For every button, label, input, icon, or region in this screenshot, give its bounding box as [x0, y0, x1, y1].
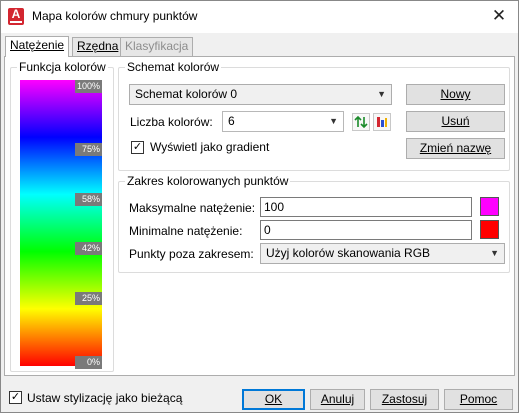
- chevron-down-icon: ▼: [329, 116, 338, 126]
- color-scheme-title: Schemat kolorów: [125, 60, 222, 74]
- chevron-down-icon: ▼: [377, 89, 386, 99]
- color-function-title: Funkcja kolorów: [17, 60, 108, 74]
- max-color-swatch[interactable]: [480, 197, 499, 216]
- swap-arrows-icon: [354, 115, 368, 129]
- close-icon[interactable]: ✕: [489, 5, 509, 27]
- apply-button[interactable]: Zastosuj: [370, 389, 439, 410]
- delete-scheme-label: Usuń: [441, 114, 470, 128]
- cancel-label: Anuluj: [320, 392, 355, 406]
- delete-scheme-button[interactable]: Usuń: [406, 111, 505, 132]
- autocad-app-icon: A: [8, 8, 24, 25]
- color-count-value: 6: [228, 114, 235, 128]
- color-scheme-group: Schemat kolorów Schemat kolorów 0 ▼ Licz…: [118, 60, 510, 171]
- reverse-colors-button[interactable]: [352, 113, 370, 131]
- min-intensity-input[interactable]: 0: [260, 220, 472, 240]
- gradient-checkbox[interactable]: ✓: [131, 141, 144, 154]
- outside-range-select[interactable]: Użyj kolorów skanowania RGB ▼: [260, 243, 505, 264]
- help-button[interactable]: Pomoc: [444, 389, 513, 410]
- set-current-checkbox[interactable]: ✓: [9, 391, 22, 404]
- outside-range-label: Punkty poza zakresem:: [129, 247, 254, 261]
- color-range-title: Zakres kolorowanych punktów: [125, 174, 291, 188]
- ok-label: OK: [264, 392, 283, 406]
- outside-range-value: Użyj kolorów skanowania RGB: [266, 246, 431, 260]
- tab-label: Klasyfikacja: [125, 39, 189, 53]
- gradient-checkbox-label: Wyświetl jako gradient: [150, 140, 270, 154]
- level-label-100: 100%: [75, 80, 102, 93]
- level-label-75: 75%: [75, 143, 102, 156]
- tab-klasyfikacja: Klasyfikacja: [120, 37, 194, 56]
- level-label-58: 58%: [75, 193, 102, 206]
- tab-label: Rzędna: [77, 39, 119, 53]
- set-current-label: Ustaw stylizację jako bieżącą: [27, 391, 183, 405]
- apply-label: Zastosuj: [381, 392, 428, 406]
- level-label-0: 0%: [75, 356, 102, 369]
- rename-scheme-label: Zmień nazwę: [419, 141, 492, 155]
- color-order-icon: [377, 117, 387, 127]
- max-intensity-input[interactable]: 100: [260, 197, 472, 217]
- help-label: Pomoc: [459, 392, 498, 406]
- max-intensity-label: Maksymalne natężenie:: [129, 201, 256, 215]
- color-range-group: Zakres kolorowanych punktów Maksymalne n…: [118, 174, 510, 273]
- scheme-select-value: Schemat kolorów 0: [135, 87, 238, 101]
- color-count-label: Liczba kolorów:: [130, 115, 213, 129]
- min-intensity-label: Minimalne natężenie:: [129, 224, 243, 238]
- scheme-select[interactable]: Schemat kolorów 0 ▼: [129, 84, 392, 105]
- new-scheme-label: Nowy: [440, 87, 471, 101]
- color-count-select[interactable]: 6 ▼: [222, 111, 344, 132]
- new-scheme-button[interactable]: Nowy: [406, 84, 505, 105]
- color-function-group: Funkcja kolorów 100% 75% 58% 42% 25% 0%: [10, 60, 114, 372]
- tab-natezenie[interactable]: Natężenie: [5, 36, 70, 57]
- tab-panel-natezenie: Funkcja kolorów 100% 75% 58% 42% 25% 0% …: [4, 56, 515, 376]
- window-title: Mapa kolorów chmury punktów: [32, 9, 198, 23]
- title-bar[interactable]: A Mapa kolorów chmury punktów ✕: [1, 1, 518, 33]
- ok-button[interactable]: OK: [242, 389, 305, 410]
- chevron-down-icon: ▼: [490, 248, 499, 258]
- min-color-swatch[interactable]: [480, 220, 499, 239]
- tab-label: Natężenie: [10, 38, 65, 52]
- sort-colors-button[interactable]: [373, 113, 391, 131]
- rename-scheme-button[interactable]: Zmień nazwę: [406, 138, 505, 159]
- level-label-42: 42%: [75, 242, 102, 255]
- dialog-window: A Mapa kolorów chmury punktów ✕ Natężeni…: [0, 0, 519, 413]
- cancel-button[interactable]: Anuluj: [310, 389, 365, 410]
- color-gradient-bar[interactable]: 100% 75% 58% 42% 25% 0%: [20, 80, 102, 369]
- level-label-25: 25%: [75, 292, 102, 305]
- tab-rzedna[interactable]: Rzędna: [72, 37, 124, 56]
